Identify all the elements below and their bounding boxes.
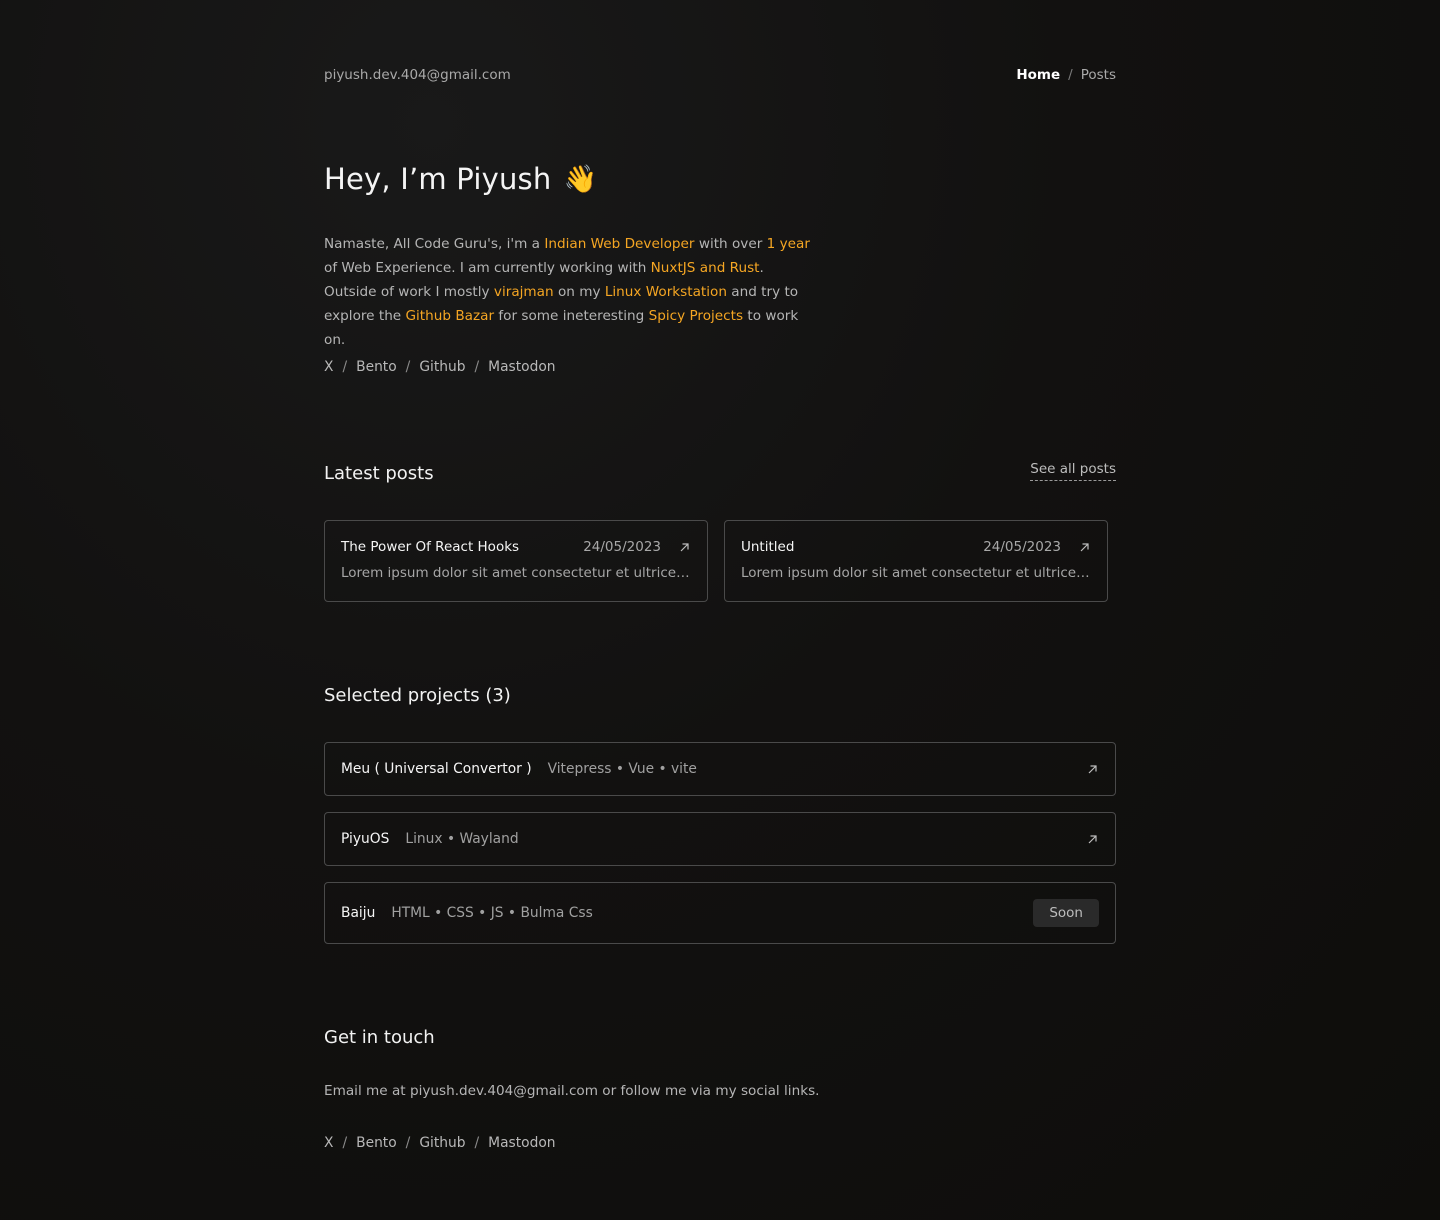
arrow-up-right-icon (677, 540, 691, 554)
project-name: PiyuOS (341, 831, 390, 847)
social-x-link[interactable]: X (324, 1135, 333, 1151)
social-separator: / (342, 359, 348, 375)
social-x-link[interactable]: X (324, 359, 333, 375)
intro-text: on my (553, 284, 605, 300)
selected-projects-heading: Selected projects (3) (324, 685, 511, 706)
social-bento-link[interactable]: Bento (356, 1135, 397, 1151)
project-tags: HTML • CSS • JS • Bulma Css (391, 905, 593, 921)
top-bar: piyush.dev.404@gmail.com Home / Posts (324, 64, 1116, 86)
social-mastodon-link[interactable]: Mastodon (488, 359, 555, 375)
arrow-up-right-icon (1085, 762, 1099, 776)
top-nav: Home / Posts (1016, 67, 1116, 83)
post-card[interactable]: Untitled 24/05/2023 Lorem ipsum dolor si… (724, 520, 1108, 602)
arrow-up-right-icon (1085, 832, 1099, 846)
post-title: Untitled (741, 539, 795, 555)
nav-separator: / (1068, 67, 1073, 83)
project-tags: Vitepress • Vue • vite (547, 761, 697, 777)
waving-hand-icon: 👋 (563, 163, 598, 195)
footer-social-links: X / Bento / Github / Mastodon (324, 1135, 556, 1151)
intro-paragraph: Namaste, All Code Guru's, i'm a Indian W… (324, 232, 814, 352)
post-excerpt: Lorem ipsum dolor sit amet consectetur e… (741, 565, 1091, 581)
get-in-touch-heading: Get in touch (324, 1027, 435, 1048)
intro-highlight-link[interactable]: 1 year (767, 236, 810, 252)
post-card[interactable]: The Power Of React Hooks 24/05/2023 Lore… (324, 520, 708, 602)
nav-home-link[interactable]: Home (1016, 67, 1060, 83)
social-links: X / Bento / Github / Mastodon (324, 359, 556, 375)
intro-text: of Web Experience. I am currently workin… (324, 260, 651, 276)
post-date: 24/05/2023 (983, 539, 1061, 555)
intro-highlight-link[interactable]: virajman (494, 284, 554, 300)
arrow-up-right-icon (1077, 540, 1091, 554)
social-separator: / (474, 1135, 480, 1151)
see-all-posts-link[interactable]: See all posts (1030, 461, 1116, 481)
post-header: The Power Of React Hooks 24/05/2023 (341, 537, 691, 557)
hero-title: Hey, I’m Piyush 👋 (324, 162, 597, 196)
post-header: Untitled 24/05/2023 (741, 537, 1091, 557)
nav-posts-link[interactable]: Posts (1081, 67, 1116, 83)
project-card-meu[interactable]: Meu ( Universal Convertor ) Vitepress • … (324, 742, 1116, 796)
social-separator: / (474, 359, 480, 375)
social-separator: / (405, 359, 411, 375)
project-name: Meu ( Universal Convertor ) (341, 761, 532, 777)
page: piyush.dev.404@gmail.com Home / Posts He… (324, 0, 1116, 1220)
intro-highlight-link[interactable]: Spicy Projects (649, 308, 743, 324)
post-excerpt: Lorem ipsum dolor sit amet consectetur e… (341, 565, 691, 581)
intro-highlight-link[interactable]: Linux Workstation (605, 284, 727, 300)
project-card-baiju: Baiju HTML • CSS • JS • Bulma Css Soon (324, 882, 1116, 944)
hero-title-text: Hey, I’m Piyush (324, 162, 552, 196)
social-separator: / (342, 1135, 348, 1151)
post-title: The Power Of React Hooks (341, 539, 520, 555)
soon-badge: Soon (1033, 899, 1099, 927)
intro-text: for some ineteresting (494, 308, 649, 324)
intro-text: with over (694, 236, 767, 252)
contact-text: Email me at piyush.dev.404@gmail.com or … (324, 1083, 820, 1099)
intro-highlight-link[interactable]: Indian Web Developer (544, 236, 694, 252)
posts-list: The Power Of React Hooks 24/05/2023 Lore… (324, 520, 1108, 602)
project-card-piyuos[interactable]: PiyuOS Linux • Wayland (324, 812, 1116, 866)
social-separator: / (405, 1135, 411, 1151)
social-mastodon-link[interactable]: Mastodon (488, 1135, 555, 1151)
project-tags: Linux • Wayland (405, 831, 519, 847)
intro-highlight-link[interactable]: Github Bazar (406, 308, 495, 324)
intro-highlight-link[interactable]: NuxtJS and Rust (651, 260, 760, 276)
post-date: 24/05/2023 (583, 539, 661, 555)
social-bento-link[interactable]: Bento (356, 359, 397, 375)
intro-text: Namaste, All Code Guru's, i'm a (324, 236, 545, 252)
social-github-link[interactable]: Github (419, 1135, 465, 1151)
latest-posts-heading: Latest posts (324, 463, 434, 484)
social-github-link[interactable]: Github (419, 359, 465, 375)
project-name: Baiju (341, 905, 376, 921)
header-email-link[interactable]: piyush.dev.404@gmail.com (324, 67, 511, 83)
